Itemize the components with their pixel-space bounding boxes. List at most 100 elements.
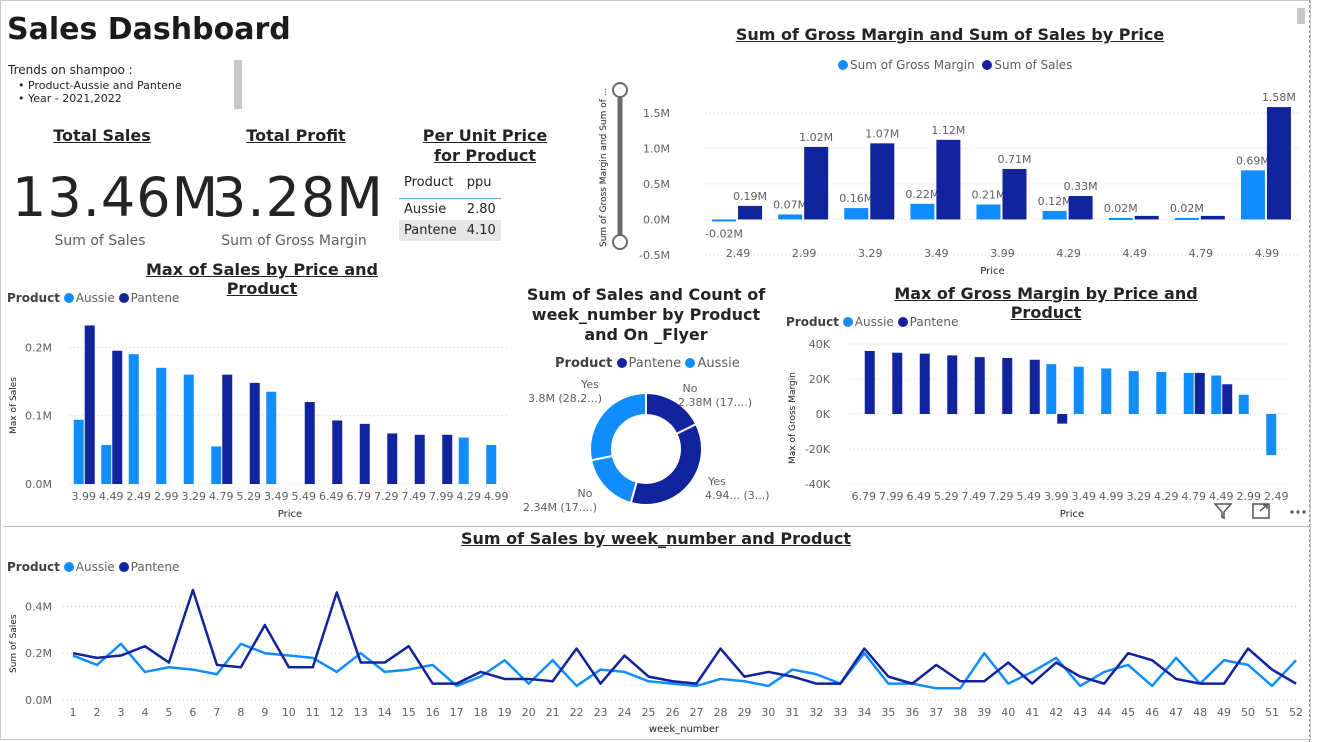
legend-label[interactable]: Aussie [855,315,894,329]
y-tick-label: 1.0M [643,142,670,155]
x-tick-label: 36 [905,706,919,719]
bar [442,434,453,484]
ppu-cell: 4.10 [466,223,496,238]
bar [84,325,95,484]
bar [1266,107,1291,220]
more-options-icon[interactable] [1288,504,1308,525]
bar [1156,372,1167,414]
focus-mode-icon[interactable] [1251,503,1277,525]
trends-item: Product-Aussie and Pantene [18,79,182,92]
total-sales-value: 13.46M [12,166,220,229]
bar [414,434,425,484]
bar [936,139,961,220]
x-tick-label: 21 [546,706,560,719]
slice-value-label: 2.34M (17....) [523,501,597,514]
x-tick-label: 6.49 [907,490,932,503]
x-tick-label: 3.29 [858,247,883,260]
page-title: Sales Dashboard [7,12,291,47]
legend-label[interactable]: Pantene [629,356,682,371]
x-tick-label: 8 [237,706,244,719]
scroll-handle[interactable] [234,60,242,109]
x-tick-label: 3.99 [72,490,97,503]
bar [486,445,497,484]
x-tick-label: 5.49 [1017,490,1042,503]
bar [1029,359,1040,414]
slice-category-label: Yes [580,378,599,391]
bar [1194,372,1205,414]
x-tick-label: 7.99 [429,490,454,503]
bar [712,219,737,222]
legend-label[interactable]: Aussie [76,291,115,305]
legend-dot [838,60,848,70]
ppu-table: Product ppu Aussie 2.80 Pantene 4.10 [399,172,501,241]
x-tick-label: 41 [1025,706,1039,719]
x-tick-label: 46 [1145,706,1159,719]
x-tick-label: 7.49 [962,490,987,503]
x-tick-label: 2.49 [127,490,152,503]
legend-label[interactable]: Pantene [910,315,959,329]
ppu-header-ppu[interactable]: ppu [461,172,501,199]
bar [1128,371,1139,414]
bar [211,446,222,484]
trends-textbox: Trends on shampoo : Product-Aussie and P… [8,63,182,105]
bar [804,146,829,220]
bar [910,203,935,220]
x-tick-label: 3.49 [264,490,289,503]
x-tick-label: 2.49 [726,247,751,260]
x-tick-label: 4.49 [1122,247,1147,260]
data-label: -0.02M [705,227,743,240]
legend-label[interactable]: Pantene [131,560,180,574]
x-tick-label: 19 [498,706,512,719]
data-label: 1.02M [799,131,833,144]
vertical-scrollbar[interactable] [1297,8,1305,24]
x-tick-label: 20 [522,706,536,719]
x-tick-label: 33 [833,706,847,719]
bar [1238,394,1249,414]
data-label: 0.69M [1236,154,1270,167]
x-tick-label: 7.49 [402,490,427,503]
x-tick-label: 52 [1289,706,1303,719]
table-row: Aussie 2.80 [399,199,501,221]
donut-chart-title: Sum of Sales and Count of week_number by… [526,285,766,344]
trends-list: Product-Aussie and Pantene Year - 2021,2… [8,79,182,105]
bar [1002,168,1027,220]
bar [458,437,469,484]
x-tick-label: 43 [1073,706,1087,719]
legend-label[interactable]: Aussie [76,560,115,574]
donut-chart: No2.38M (17....)Yes4.94... (3...)No2.34M… [523,378,770,514]
x-axis-title: week_number [649,724,720,735]
bar [1108,218,1133,221]
bar [947,355,958,414]
bar [844,208,869,220]
filter-icon[interactable] [1213,503,1239,525]
x-tick-label: 5 [165,706,172,719]
bar [183,374,194,484]
bar [919,353,930,414]
legend-dot [118,562,129,572]
x-tick-label: 15 [402,706,416,719]
data-label: 0.02M [1170,202,1204,215]
x-tick-label: 4.29 [1154,490,1179,503]
bar [1002,358,1013,414]
legend-label[interactable]: Aussie [697,356,739,371]
page-boundary [1309,0,1310,742]
x-tick-label: 2.99 [792,247,817,260]
x-tick-label: 6 [189,706,196,719]
x-tick-label: 37 [929,706,943,719]
legend-label[interactable]: Sum of Sales [994,58,1072,72]
bar [976,204,1001,220]
data-label: 0.21M [972,189,1006,202]
x-tick-label: 31 [785,706,799,719]
legend-label[interactable]: Pantene [131,291,180,305]
bar [864,351,875,414]
bar [1101,368,1112,414]
y-tick-label: 0.1M [25,410,52,423]
x-tick-label: 3.99 [990,247,1015,260]
x-tick-label: 6.79 [852,490,877,503]
legend-title: Product [786,315,839,329]
legend-label[interactable]: Sum of Gross Margin [850,58,975,72]
x-tick-label: 3 [117,706,124,719]
x-tick-label: 4.99 [1255,247,1280,260]
ppu-header-product[interactable]: Product [399,172,462,199]
x-tick-label: 42 [1049,706,1063,719]
